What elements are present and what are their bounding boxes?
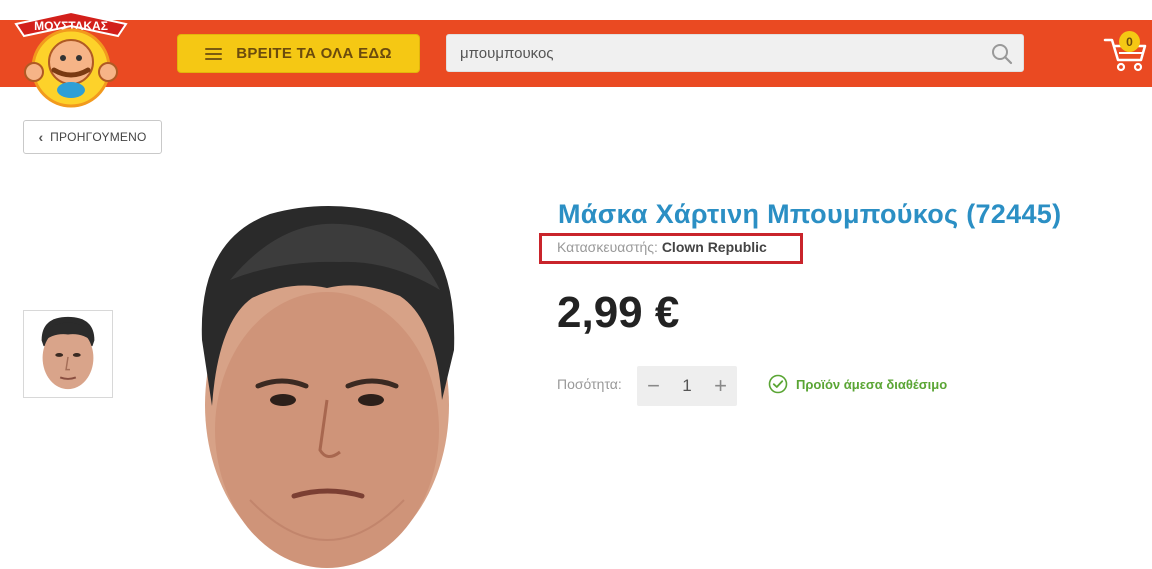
search-icon[interactable] [991,43,1013,65]
quantity-stepper: − 1 + [637,366,737,406]
availability-text: Προϊόν άμεσα διαθέσιμο [796,376,948,392]
all-categories-label: ΒΡΕΙΤΕ ΤΑ ΟΛΑ ΕΔΩ [236,45,392,62]
product-thumbnail[interactable] [23,310,113,398]
store-logo[interactable]: ΜΟΥΣΤΑΚΑΣ [10,6,132,112]
product-price: 2,99 € [557,288,680,337]
cart-count-badge: 0 [1119,31,1140,52]
manufacturer-line: Κατασκευαστής: Clown Republic [557,239,767,255]
minus-icon[interactable]: − [637,366,670,406]
all-categories-button[interactable]: ΒΡΕΙΤΕ ΤΑ ΟΛΑ ΕΔΩ [177,34,420,73]
hamburger-icon [205,47,223,60]
product-title: Μάσκα Χάρτινη Μπουμπούκος (72445) [558,199,1062,229]
quantity-value[interactable]: 1 [670,376,704,396]
quantity-label: Ποσότητα: [557,376,622,392]
back-button-label: ΠΡΟΗΓΟΥΜΕΝΟ [50,130,147,144]
product-main-image[interactable] [190,200,465,569]
search-input[interactable] [447,35,977,71]
top-strip [0,0,1152,20]
search-bar [446,34,1024,72]
manufacturer-link[interactable]: Clown Republic [662,239,767,255]
check-circle-icon [768,374,788,394]
chevron-left-icon: ‹ [38,129,44,145]
availability-status: Προϊόν άμεσα διαθέσιμο [768,374,947,394]
manufacturer-label: Κατασκευαστής: [557,239,658,255]
back-button[interactable]: ‹ ΠΡΟΗΓΟΥΜΕΝΟ [23,120,162,154]
plus-icon[interactable]: + [704,366,737,406]
